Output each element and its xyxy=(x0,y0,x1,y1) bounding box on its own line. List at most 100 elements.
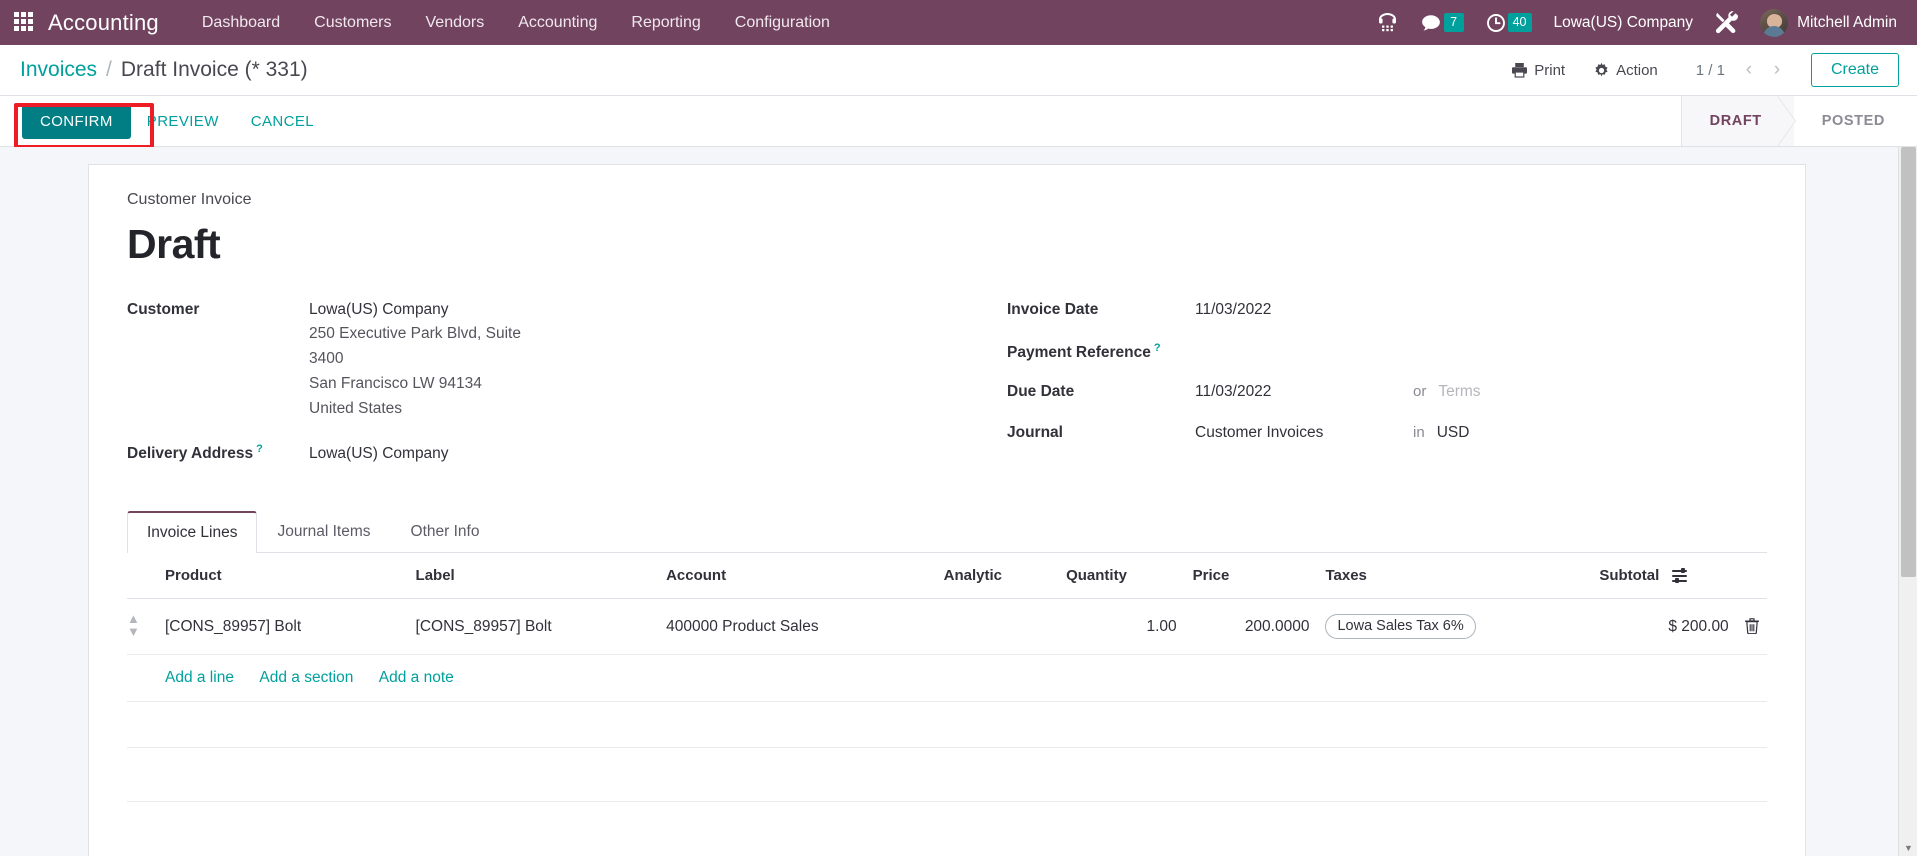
clock-icon xyxy=(1486,13,1506,33)
messages-counter[interactable]: 7 xyxy=(1409,0,1475,45)
app-brand-accounting[interactable]: Accounting xyxy=(48,10,159,36)
form-content-area: Customer Invoice Draft Customer Lowa(US)… xyxy=(0,147,1917,856)
menu-item-reporting[interactable]: Reporting xyxy=(614,0,717,45)
tools-icon[interactable] xyxy=(1704,0,1750,45)
chevron-left-icon[interactable]: ‹ xyxy=(1737,56,1761,84)
column-analytic: Analytic xyxy=(935,553,1059,600)
add-a-line-link[interactable]: Add a line xyxy=(165,669,234,686)
phone-dialpad-icon[interactable] xyxy=(1366,0,1409,45)
control-panel-actions: Print Action 1 / 1 ‹ › Create xyxy=(1497,53,1899,87)
payment-terms-input[interactable]: Terms xyxy=(1438,383,1480,401)
trash-icon[interactable] xyxy=(1745,617,1759,635)
invoice-sheet: Customer Invoice Draft Customer Lowa(US)… xyxy=(88,164,1806,856)
cell-taxes[interactable]: Lowa Sales Tax 6% xyxy=(1317,598,1592,656)
status-badge-posted[interactable]: POSTED xyxy=(1793,96,1917,146)
activities-counter[interactable]: 40 xyxy=(1475,0,1543,45)
invoice-date-label: Invoice Date xyxy=(1007,301,1099,318)
column-product: Product xyxy=(157,553,408,600)
print-button[interactable]: Print xyxy=(1497,56,1579,85)
cell-quantity[interactable]: 1.00 xyxy=(1058,598,1185,656)
help-tooltip-icon[interactable]: ? xyxy=(256,443,263,455)
form-statusbar: CONFIRM PREVIEW CANCEL DRAFT POSTED xyxy=(0,96,1917,149)
due-date-value[interactable]: 11/03/2022 xyxy=(1195,383,1413,401)
control-panel: Invoices / Draft Invoice (* 331) Print A… xyxy=(0,45,1917,96)
due-date-conjunction: or xyxy=(1413,382,1427,400)
scroll-down-arrow[interactable]: ▼ xyxy=(1899,839,1917,856)
table-tail-row xyxy=(127,747,1767,803)
chevron-right-icon[interactable]: › xyxy=(1765,56,1789,84)
cell-subtotal: $ 200.00 xyxy=(1591,598,1767,656)
cell-label[interactable]: [CONS_89957] Bolt xyxy=(407,598,659,656)
pager: 1 / 1 ‹ › xyxy=(1688,56,1789,84)
subtotal-value: $ 200.00 xyxy=(1668,617,1729,635)
journal-value[interactable]: Customer Invoices xyxy=(1195,424,1413,442)
cell-account[interactable]: 400000 Product Sales xyxy=(658,598,936,656)
invoice-header-left: Customer Lowa(US) Company 250 Executive … xyxy=(127,298,947,486)
invoice-lines-header: Product Label Account Analytic Quantity … xyxy=(127,553,1767,600)
cell-analytic[interactable] xyxy=(935,598,1059,656)
column-subtotal-label: Subtotal xyxy=(1599,567,1660,585)
column-quantity: Quantity xyxy=(1058,553,1185,600)
column-label: Label xyxy=(407,553,659,600)
add-a-section-link[interactable]: Add a section xyxy=(259,669,353,686)
journal-label: Journal xyxy=(1007,423,1063,441)
create-button[interactable]: Create xyxy=(1810,53,1899,87)
cell-product[interactable]: [CONS_89957] Bolt xyxy=(157,598,408,656)
tab-journal-items[interactable]: Journal Items xyxy=(257,511,390,553)
delivery-address-label: Delivery Address? xyxy=(127,443,309,463)
menu-item-configuration[interactable]: Configuration xyxy=(718,0,847,45)
user-name-label: Mitchell Admin xyxy=(1797,13,1897,31)
confirm-button[interactable]: CONFIRM xyxy=(22,103,131,139)
column-options-icon[interactable] xyxy=(1672,568,1688,584)
delivery-address-value[interactable]: Lowa(US) Company xyxy=(309,442,449,466)
scrollbar-thumb[interactable] xyxy=(1901,147,1916,577)
column-price: Price xyxy=(1184,553,1318,600)
address-line-4: United States xyxy=(309,399,403,417)
customer-value-block[interactable]: Lowa(US) Company 250 Executive Park Blvd… xyxy=(309,298,521,422)
tab-invoice-lines[interactable]: Invoice Lines xyxy=(127,511,258,554)
status-badge-draft[interactable]: DRAFT xyxy=(1680,96,1796,146)
tax-badge[interactable]: Lowa Sales Tax 6% xyxy=(1325,614,1476,640)
menu-item-accounting[interactable]: Accounting xyxy=(501,0,614,45)
cell-price[interactable]: 200.0000 xyxy=(1184,598,1318,656)
invoice-date-value[interactable]: 11/03/2022 xyxy=(1195,298,1271,322)
field-due-date: Due Date 11/03/2022 or Terms xyxy=(1007,383,1737,401)
page-title: Draft xyxy=(127,221,221,267)
breadcrumb-item-invoices[interactable]: Invoices xyxy=(20,58,97,82)
table-row[interactable]: ▲ ▼ [CONS_89957] Bolt [CONS_89957] Bolt 4… xyxy=(127,598,1767,656)
print-label: Print xyxy=(1534,61,1566,79)
top-navbar: Accounting Dashboard Customers Vendors A… xyxy=(0,0,1917,45)
address-line-1: 250 Executive Park Blvd, Suite xyxy=(309,325,521,343)
menu-item-vendors[interactable]: Vendors xyxy=(409,0,502,45)
preview-button[interactable]: PREVIEW xyxy=(131,104,235,139)
action-button[interactable]: Action xyxy=(1579,56,1672,85)
drag-handle-icon[interactable]: ▲ ▼ xyxy=(127,612,140,638)
currency-value[interactable]: USD xyxy=(1437,421,1470,445)
apps-grid-icon[interactable] xyxy=(14,11,36,34)
invoice-header-fields: Customer Lowa(US) Company 250 Executive … xyxy=(127,298,1767,486)
tab-other-info[interactable]: Other Info xyxy=(391,511,500,553)
field-invoice-date: Invoice Date 11/03/2022 xyxy=(1007,298,1737,322)
form-action-buttons: CONFIRM PREVIEW CANCEL xyxy=(22,103,330,139)
menu-item-customers[interactable]: Customers xyxy=(297,0,408,45)
notebook: Invoice Lines Journal Items Other Info P… xyxy=(127,510,1767,803)
address-line-3: San Francisco LW 94134 xyxy=(309,375,482,393)
invoice-lines-table: Product Label Account Analytic Quantity … xyxy=(127,553,1767,803)
column-handle xyxy=(127,553,157,600)
field-journal: Journal Customer Invoices in USD xyxy=(1007,421,1737,445)
avatar xyxy=(1760,8,1789,37)
column-account: Account xyxy=(658,553,936,600)
customer-address: 250 Executive Park Blvd, Suite 3400 San … xyxy=(309,322,521,421)
add-row-spacer xyxy=(127,654,157,703)
company-switcher[interactable]: Lowa(US) Company xyxy=(1543,0,1705,45)
payment-reference-label-text: Payment Reference xyxy=(1007,344,1151,362)
activities-count-badge: 40 xyxy=(1507,12,1532,33)
menu-item-dashboard[interactable]: Dashboard xyxy=(185,0,297,45)
invoice-lines-body: ▲ ▼ [CONS_89957] Bolt [CONS_89957] Bolt 4… xyxy=(127,598,1767,803)
cancel-button[interactable]: CANCEL xyxy=(235,104,330,139)
add-a-note-link[interactable]: Add a note xyxy=(379,669,454,686)
user-menu[interactable]: Mitchell Admin xyxy=(1750,0,1903,45)
help-tooltip-icon[interactable]: ? xyxy=(1154,342,1161,354)
vertical-scrollbar[interactable]: ▲ ▼ xyxy=(1898,147,1917,856)
notebook-tabs: Invoice Lines Journal Items Other Info xyxy=(127,510,1767,554)
